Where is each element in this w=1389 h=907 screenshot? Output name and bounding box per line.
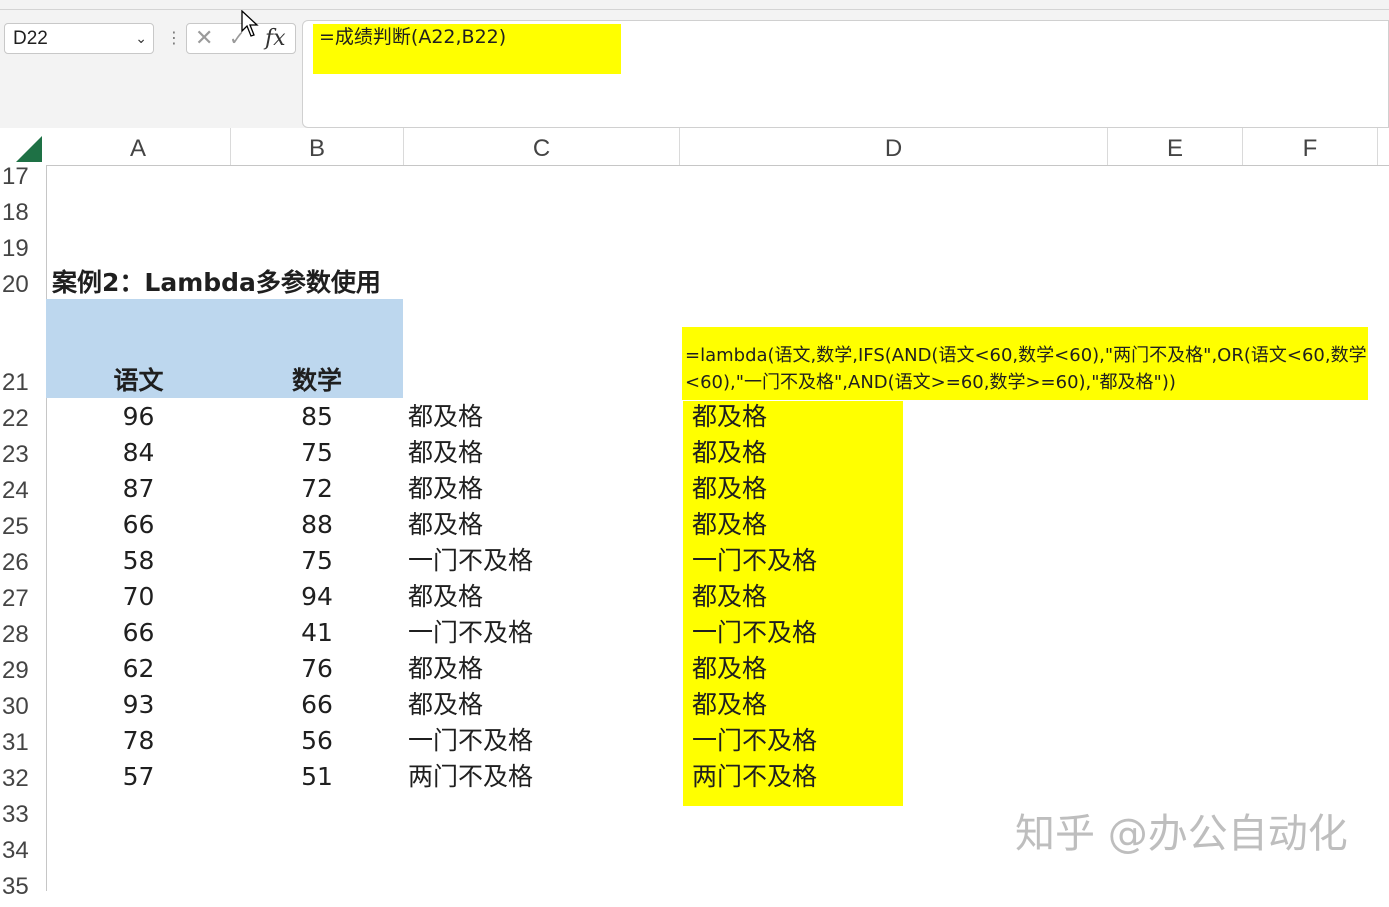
cell-d23[interactable]: 都及格 <box>692 435 767 471</box>
worksheet-grid[interactable]: 案例2：Lambda多参数使用 语文 数学 =lambda(语文,数学,IFS(… <box>46 165 1389 891</box>
cell-c26[interactable]: 一门不及格 <box>408 543 533 579</box>
case-title[interactable]: 案例2：Lambda多参数使用 <box>52 265 381 301</box>
mouse-cursor-icon <box>241 10 259 37</box>
cell-b27[interactable]: 94 <box>231 579 403 615</box>
cell-b28[interactable]: 41 <box>231 615 403 651</box>
cell-a23[interactable]: 84 <box>46 435 231 471</box>
grip-dots-icon[interactable]: ⋮ <box>166 24 182 52</box>
cell-b26[interactable]: 75 <box>231 543 403 579</box>
formula-bar-area: D22 ⌄ ⋮ ✕ ✓ fx =成绩判断(A22,B22) <box>0 10 1389 128</box>
lambda-formula-note[interactable]: =lambda(语文,数学,IFS(AND(语文<60,数学<60),"两门不及… <box>682 327 1368 400</box>
cell-a32[interactable]: 57 <box>46 759 231 795</box>
cell-a31[interactable]: 78 <box>46 723 231 759</box>
cell-a26[interactable]: 58 <box>46 543 231 579</box>
cell-b25[interactable]: 88 <box>231 507 403 543</box>
column-header-c[interactable]: C <box>404 128 680 165</box>
cell-d32[interactable]: 两门不及格 <box>692 759 817 795</box>
cell-b23[interactable]: 75 <box>231 435 403 471</box>
cancel-icon[interactable]: ✕ <box>195 24 213 53</box>
row-header[interactable]: 25 <box>0 507 46 543</box>
cell-c32[interactable]: 两门不及格 <box>408 759 533 795</box>
column-header-a[interactable]: A <box>46 128 231 165</box>
cell-c23[interactable]: 都及格 <box>408 435 483 471</box>
name-box-value: D22 <box>13 28 48 49</box>
cell-a27[interactable]: 70 <box>46 579 231 615</box>
watermark: 知乎 @办公自动化 <box>1015 811 1348 857</box>
cell-b24[interactable]: 72 <box>231 471 403 507</box>
row-header[interactable]: 29 <box>0 651 46 687</box>
cell-d25[interactable]: 都及格 <box>692 507 767 543</box>
cell-c28[interactable]: 一门不及格 <box>408 615 533 651</box>
cell-d27[interactable]: 都及格 <box>692 579 767 615</box>
row-header[interactable]: 20 <box>0 265 46 301</box>
cell-a28[interactable]: 66 <box>46 615 231 651</box>
cell-b31[interactable]: 56 <box>231 723 403 759</box>
cell-b32[interactable]: 51 <box>231 759 403 795</box>
row-header[interactable]: 35 <box>0 867 46 903</box>
row-header[interactable]: 27 <box>0 579 46 615</box>
row-header[interactable]: 17 <box>0 157 46 193</box>
header-cell-math[interactable]: 数学 <box>231 361 403 397</box>
row-header[interactable]: 24 <box>0 471 46 507</box>
column-header-d[interactable]: D <box>680 128 1108 165</box>
column-header-b[interactable]: B <box>231 128 404 165</box>
ribbon-strip <box>0 0 1389 10</box>
cell-c31[interactable]: 一门不及格 <box>408 723 533 759</box>
row-header[interactable]: 23 <box>0 435 46 471</box>
cell-d28[interactable]: 一门不及格 <box>692 615 817 651</box>
cell-a22[interactable]: 96 <box>46 399 231 435</box>
formula-text: =成绩判断(A22,B22) <box>319 26 507 48</box>
row-header[interactable]: 19 <box>0 229 46 265</box>
cell-d22[interactable]: 都及格 <box>692 399 767 435</box>
cell-a25[interactable]: 66 <box>46 507 231 543</box>
row-headers: 17 18 19 20 21 22 23 24 25 26 27 28 29 3… <box>0 163 47 900</box>
cell-d29[interactable]: 都及格 <box>692 651 767 687</box>
cell-c25[interactable]: 都及格 <box>408 507 483 543</box>
cell-a30[interactable]: 93 <box>46 687 231 723</box>
cell-c22[interactable]: 都及格 <box>408 399 483 435</box>
cell-a24[interactable]: 87 <box>46 471 231 507</box>
cell-b22[interactable]: 85 <box>231 399 403 435</box>
cell-b29[interactable]: 76 <box>231 651 403 687</box>
row-header[interactable]: 33 <box>0 795 46 831</box>
cell-d26[interactable]: 一门不及格 <box>692 543 817 579</box>
cell-d31[interactable]: 一门不及格 <box>692 723 817 759</box>
name-box[interactable]: D22 ⌄ <box>4 23 154 54</box>
row-header[interactable]: 22 <box>0 399 46 435</box>
cell-c24[interactable]: 都及格 <box>408 471 483 507</box>
chevron-down-icon[interactable]: ⌄ <box>135 24 147 53</box>
column-header-f[interactable]: F <box>1243 128 1378 165</box>
cell-b30[interactable]: 66 <box>231 687 403 723</box>
formula-input[interactable]: =成绩判断(A22,B22) <box>302 20 1389 128</box>
cell-d24[interactable]: 都及格 <box>692 471 767 507</box>
cell-c27[interactable]: 都及格 <box>408 579 483 615</box>
insert-function-button[interactable]: fx <box>265 24 286 53</box>
row-header[interactable]: 21 <box>0 363 46 399</box>
column-header-e[interactable]: E <box>1108 128 1243 165</box>
cell-d30[interactable]: 都及格 <box>692 687 767 723</box>
row-header[interactable]: 31 <box>0 723 46 759</box>
column-header-row: A B C D E F <box>0 128 1389 166</box>
cell-c29[interactable]: 都及格 <box>408 651 483 687</box>
row-header[interactable]: 28 <box>0 615 46 651</box>
row-header[interactable]: 26 <box>0 543 46 579</box>
header-cell-chinese[interactable]: 语文 <box>46 361 231 397</box>
row-header[interactable]: 30 <box>0 687 46 723</box>
cell-a29[interactable]: 62 <box>46 651 231 687</box>
row-header[interactable]: 18 <box>0 193 46 229</box>
cell-c30[interactable]: 都及格 <box>408 687 483 723</box>
row-header[interactable]: 32 <box>0 759 46 795</box>
row-header[interactable]: 34 <box>0 831 46 867</box>
